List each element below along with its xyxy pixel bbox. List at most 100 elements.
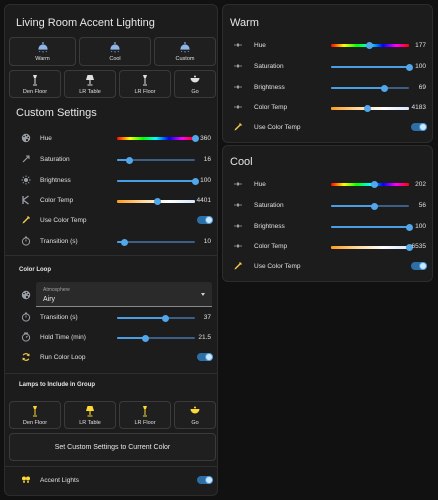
group-den-floor-label: Den Floor xyxy=(22,419,48,426)
custom-transition-slider[interactable] xyxy=(117,236,195,248)
cool-color-temp-label: Color Temp xyxy=(254,243,288,250)
custom-transition-value: 10 xyxy=(203,238,211,245)
lamp-go-button[interactable]: Go xyxy=(174,70,216,98)
custom-saturation-slider[interactable] xyxy=(117,154,195,166)
hold-time-value: 21.5 xyxy=(198,334,211,341)
set-custom-settings-button[interactable]: Set Custom Settings to Current Color xyxy=(9,433,216,461)
lamp-lr-floor-label: LR Floor xyxy=(134,88,156,95)
warm-brightness-label: Brightness xyxy=(254,84,285,91)
chevron-down-icon[interactable] xyxy=(201,293,205,296)
cool-use-color-temp-toggle[interactable] xyxy=(411,262,427,270)
cool-brightness-label: Brightness xyxy=(254,223,285,230)
lamps-heading: Lamps to Include in Group xyxy=(19,382,96,388)
scene-cool-button[interactable]: Cool xyxy=(79,37,151,66)
lamp-go-label: Go xyxy=(191,88,199,95)
group-lr-table-button[interactable]: LR Table xyxy=(64,401,116,429)
lamp-den-floor-button[interactable]: Den Floor xyxy=(9,70,61,98)
cool-saturation-slider[interactable] xyxy=(331,200,409,212)
custom-brightness-slider[interactable] xyxy=(117,175,199,187)
timer-icon xyxy=(20,235,32,247)
slider-icon xyxy=(232,81,244,93)
cool-color-temp-slider[interactable] xyxy=(331,241,413,253)
scene-warm-label: Warm xyxy=(35,56,50,62)
scene-warm-button[interactable]: Warm xyxy=(9,37,76,66)
cool-hue-slider[interactable] xyxy=(331,178,409,190)
warm-saturation-label: Saturation xyxy=(254,63,284,70)
lamp-lr-table-button[interactable]: LR Table xyxy=(64,70,116,98)
ceiling-light-icon xyxy=(179,41,191,53)
floor-lamp-icon xyxy=(139,405,151,417)
divider xyxy=(5,466,217,467)
atmosphere-select[interactable]: Atmosphere Airy xyxy=(36,282,212,307)
lamp-lr-floor-button[interactable]: LR Floor xyxy=(119,70,171,98)
run-color-loop-label: Run Color Loop xyxy=(40,354,86,361)
main-card: Living Room Accent Lighting Warm Cool Cu… xyxy=(4,4,218,496)
table-lamp-icon xyxy=(84,74,96,86)
slider-icon xyxy=(232,220,244,232)
palette-icon xyxy=(20,132,32,144)
warm-saturation-value: 100 xyxy=(415,63,426,70)
cool-saturation-label: Saturation xyxy=(254,202,284,209)
warm-title: Warm xyxy=(230,17,259,29)
run-color-loop-toggle[interactable] xyxy=(197,353,213,361)
cool-brightness-value: 100 xyxy=(415,223,426,230)
accent-lights-label: Accent Lights xyxy=(40,477,80,484)
custom-color-temp-label: Color Temp xyxy=(40,197,74,204)
divider xyxy=(5,255,217,256)
go-lamp-icon xyxy=(189,405,201,417)
slider-icon xyxy=(232,199,244,211)
cool-brightness-slider[interactable] xyxy=(331,221,413,233)
divider xyxy=(5,373,217,374)
custom-use-color-temp-toggle[interactable] xyxy=(197,216,213,224)
warm-color-temp-label: Color Temp xyxy=(254,104,288,111)
cool-use-color-temp-label: Use Color Temp xyxy=(254,263,301,270)
hold-time-slider[interactable] xyxy=(117,332,195,344)
group-lr-floor-label: LR Floor xyxy=(134,419,156,426)
ceiling-light-icon xyxy=(109,41,121,53)
scene-cool-label: Cool xyxy=(109,56,121,62)
custom-brightness-value: 100 xyxy=(200,177,211,184)
accent-lights-toggle[interactable] xyxy=(197,476,213,484)
custom-hue-value: 360 xyxy=(200,135,211,142)
warm-saturation-slider[interactable] xyxy=(331,61,413,73)
custom-brightness-label: Brightness xyxy=(40,177,71,184)
warm-use-color-temp-toggle[interactable] xyxy=(411,123,427,131)
custom-use-color-temp-label: Use Color Temp xyxy=(40,217,87,224)
eyedropper-icon xyxy=(232,121,244,133)
warm-hue-slider[interactable] xyxy=(331,39,409,51)
group-den-floor-button[interactable]: Den Floor xyxy=(9,401,61,429)
group-go-button[interactable]: Go xyxy=(174,401,216,429)
timer-icon xyxy=(20,311,32,323)
cool-hue-value: 202 xyxy=(415,181,426,188)
custom-saturation-value: 16 xyxy=(203,156,211,163)
custom-color-temp-slider[interactable] xyxy=(117,195,195,207)
custom-hue-slider[interactable] xyxy=(117,132,199,144)
scene-custom-button[interactable]: Custom xyxy=(154,37,216,66)
custom-saturation-label: Saturation xyxy=(40,156,70,163)
group-go-label: Go xyxy=(191,419,199,426)
ceiling-light-icon xyxy=(37,41,49,53)
warm-brightness-value: 69 xyxy=(418,84,426,91)
palette-icon xyxy=(20,289,32,301)
kelvin-icon xyxy=(20,194,32,206)
warm-brightness-slider[interactable] xyxy=(331,82,409,94)
atmosphere-select-label: Atmosphere xyxy=(43,287,70,293)
eyedropper-icon xyxy=(20,214,32,226)
custom-color-temp-value: 4401 xyxy=(196,197,211,204)
cool-color-temp-value: 6535 xyxy=(411,243,426,250)
warm-color-temp-slider[interactable] xyxy=(331,102,409,114)
slider-icon xyxy=(232,60,244,72)
eyedropper-icon xyxy=(232,260,244,272)
go-lamp-icon xyxy=(189,74,201,86)
loop-transition-slider[interactable] xyxy=(117,312,195,324)
slider-icon xyxy=(232,39,244,51)
group-lr-floor-button[interactable]: LR Floor xyxy=(119,401,171,429)
scene-custom-label: Custom xyxy=(175,56,195,62)
cool-card: Cool Hue 202 Saturation 56 Brightness 10… xyxy=(222,145,433,282)
floor-lamp-icon xyxy=(29,405,41,417)
warm-card: Warm Hue 177 Saturation 100 Brightness 6… xyxy=(222,4,433,143)
table-lamp-icon xyxy=(84,405,96,417)
custom-hue-label: Hue xyxy=(40,135,52,142)
warm-hue-label: Hue xyxy=(254,42,266,49)
loop-transition-value: 37 xyxy=(203,314,211,321)
